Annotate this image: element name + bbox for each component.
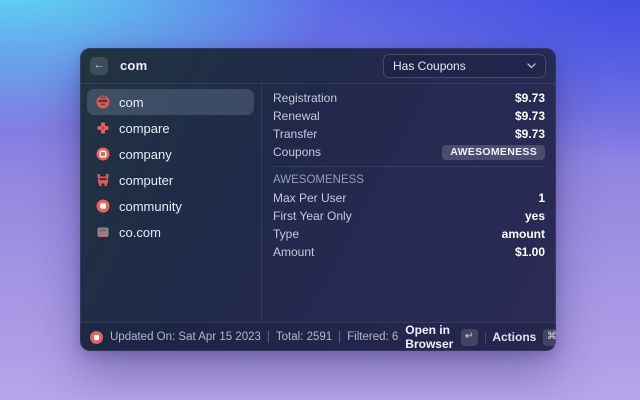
page-title: com: [120, 58, 148, 73]
chevron-down-icon: [527, 62, 536, 69]
app-window: ← com Has Coupons com compare company co…: [80, 48, 556, 351]
footer-actions: Open in Browser ↵ Actions ⌘ K: [405, 323, 556, 351]
footer-bar: Updated On: Sat Apr 15 2023 | Total: 259…: [80, 322, 556, 351]
detail-row-transfer: Transfer $9.73: [273, 125, 545, 143]
back-arrow-icon: ←: [93, 59, 105, 71]
desktop-background: ← com Has Coupons com compare company co…: [0, 0, 640, 400]
header-bar: ← com Has Coupons: [80, 48, 556, 84]
list-item-com[interactable]: com: [87, 89, 254, 115]
domain-list: com compare company computer community c…: [80, 84, 261, 322]
detail-row-max-per-user: Max Per User 1: [273, 189, 545, 207]
open-in-browser-button[interactable]: Open in Browser ↵: [405, 323, 478, 351]
company-favicon-icon: [96, 147, 110, 161]
actions-button[interactable]: Actions ⌘ K: [492, 328, 556, 346]
detail-value: $9.73: [514, 91, 545, 105]
cocom-favicon-icon: [96, 225, 110, 239]
extension-icon: [90, 330, 103, 344]
detail-label: Type: [273, 227, 300, 241]
command-key-icon: ⌘: [543, 328, 556, 346]
detail-value: yes: [524, 209, 545, 223]
detail-value: $1.00: [514, 245, 545, 259]
list-item-label: co.com: [119, 224, 161, 240]
detail-row-first-year-only: First Year Only yes: [273, 207, 545, 225]
detail-label: First Year Only: [273, 209, 352, 223]
computer-favicon-icon: [96, 173, 110, 187]
return-key-icon: ↵: [460, 328, 478, 346]
list-item-co-com[interactable]: co.com: [87, 219, 254, 245]
list-item-computer[interactable]: computer: [87, 167, 254, 193]
detail-row-registration: Registration $9.73: [273, 89, 545, 107]
footer-divider: [484, 331, 486, 343]
list-item-community[interactable]: community: [87, 193, 254, 219]
compare-favicon-icon: [96, 121, 110, 135]
com-favicon-icon: [96, 95, 110, 109]
list-item-label: company: [119, 146, 172, 162]
list-item-label: com: [119, 94, 144, 110]
list-item-label: compare: [119, 120, 170, 136]
actions-label: Actions: [492, 330, 537, 344]
list-item-company[interactable]: company: [87, 141, 254, 167]
detail-label: Max Per User: [273, 191, 347, 205]
status-separator: |: [266, 331, 270, 343]
detail-value: 1: [538, 191, 545, 205]
coupon-badge: AWESOMENESS: [442, 144, 545, 160]
detail-row-type: Type amount: [273, 225, 545, 243]
detail-label: Amount: [273, 245, 315, 259]
content-area: com compare company computer community c…: [80, 84, 556, 322]
section-header: AWESOMENESS: [273, 174, 364, 186]
detail-row-renewal: Renewal $9.73: [273, 107, 545, 125]
section-divider: [273, 166, 545, 167]
list-item-compare[interactable]: compare: [87, 115, 254, 141]
detail-label: Coupons: [273, 145, 322, 159]
status-separator: |: [338, 331, 342, 343]
list-item-label: community: [119, 198, 182, 214]
detail-value: $9.73: [514, 127, 545, 141]
list-item-label: computer: [119, 172, 174, 188]
detail-label: Registration: [273, 91, 338, 105]
open-in-browser-label: Open in Browser: [405, 323, 454, 351]
detail-label: Transfer: [273, 127, 318, 141]
section-header-row: AWESOMENESS: [273, 171, 545, 189]
status-text: Updated On: Sat Apr 15 2023 | Total: 259…: [110, 331, 398, 343]
back-button[interactable]: ←: [90, 56, 108, 75]
detail-row-coupons: Coupons AWESOMENESS: [273, 143, 545, 161]
detail-value: amount: [501, 227, 545, 241]
detail-row-amount: Amount $1.00: [273, 243, 545, 261]
detail-label: Renewal: [273, 109, 320, 123]
status-total: Total: 2591: [275, 331, 333, 343]
community-favicon-icon: [96, 199, 110, 213]
status-filtered: Filtered: 6: [347, 331, 399, 343]
detail-value: $9.73: [514, 109, 545, 123]
filter-dropdown-value: Has Coupons: [393, 58, 466, 73]
filter-dropdown[interactable]: Has Coupons: [383, 53, 546, 78]
status-updated-on: Updated On: Sat Apr 15 2023: [110, 331, 261, 343]
detail-panel: Registration $9.73 Renewal $9.73 Transfe…: [262, 84, 556, 322]
